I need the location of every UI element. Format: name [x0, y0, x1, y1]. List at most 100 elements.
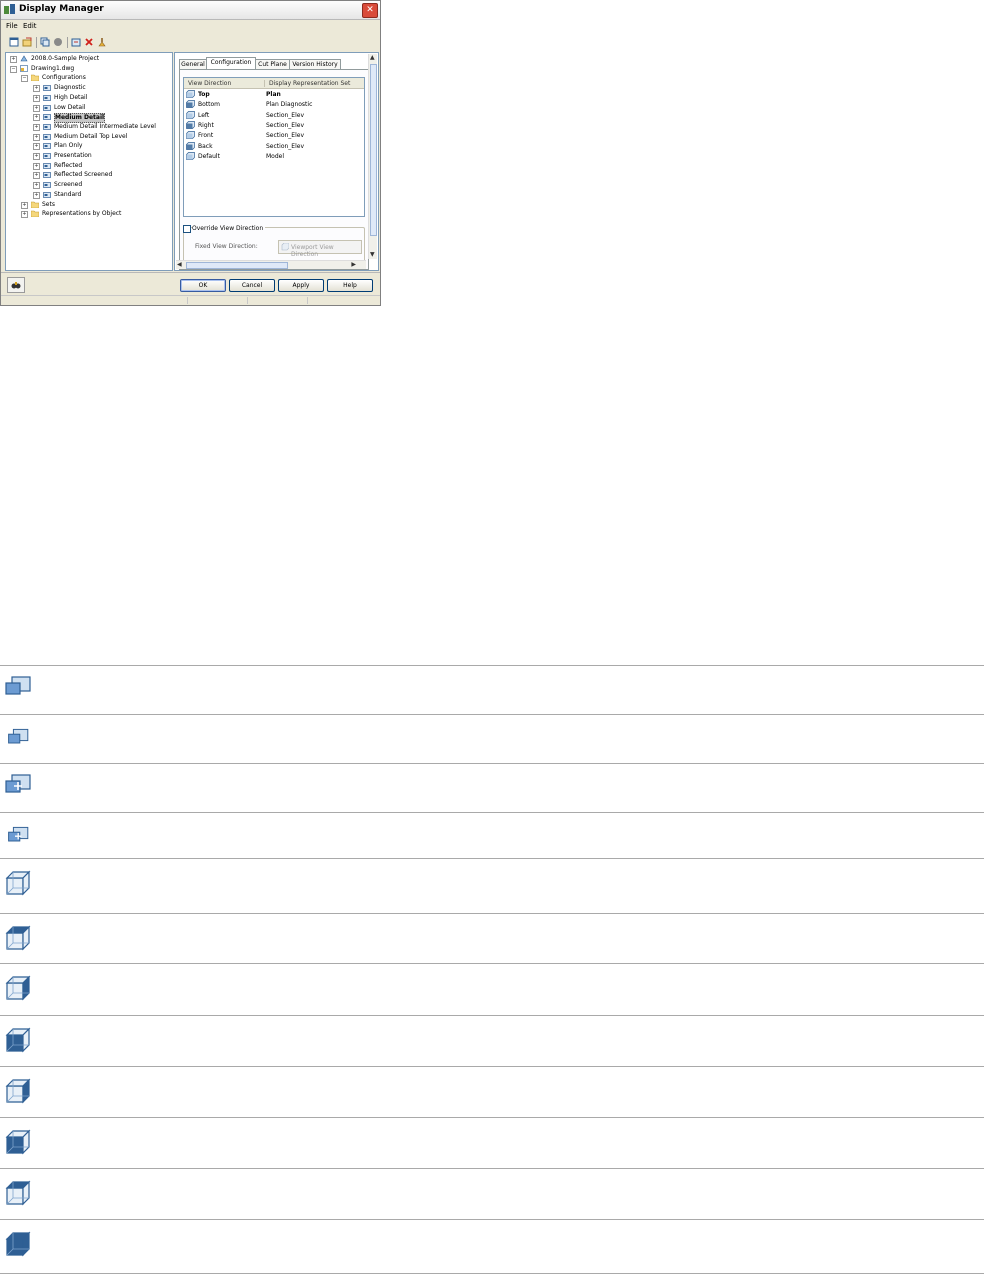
table-header: View Direction Display Representation Se…	[184, 78, 364, 89]
expand-icon[interactable]: +	[21, 201, 28, 209]
cancel-button[interactable]: Cancel	[229, 279, 275, 292]
menu-bar: File Edit	[1, 20, 380, 32]
back-view-cube-icon	[5, 1180, 31, 1206]
fixed-view-direction-dropdown[interactable]: Viewport View Direction	[278, 240, 362, 258]
expand-icon[interactable]: +	[33, 133, 40, 141]
view-direction-cell: Back	[198, 142, 213, 150]
legend-row	[0, 913, 984, 951]
collapse-icon[interactable]: −	[21, 75, 28, 83]
expand-icon[interactable]: +	[33, 143, 40, 151]
apply-button[interactable]: Apply	[278, 279, 324, 292]
new-icon[interactable]	[9, 37, 19, 47]
tree-item-label: Screened	[54, 181, 83, 189]
legend-row	[0, 763, 984, 793]
header-display-representation-set[interactable]: Display Representation Set	[264, 80, 350, 87]
display-manager-dialog: Display Manager ✕ File Edit +2008.0-Samp…	[0, 0, 381, 306]
view-direction-cell: Bottom	[198, 101, 221, 109]
expand-icon[interactable]: +	[33, 162, 40, 170]
scroll-left-icon[interactable]: ◀	[177, 261, 182, 269]
tree-item-label: Sets	[42, 200, 55, 208]
help-mode-button[interactable]	[7, 277, 25, 293]
vertical-scrollbar[interactable]: ▲ ▼	[368, 54, 377, 259]
collapse-icon[interactable]: −	[10, 65, 17, 73]
config-icon	[43, 114, 51, 121]
scroll-right-icon[interactable]: ▶	[351, 261, 356, 269]
expand-icon[interactable]: +	[33, 85, 40, 93]
display-set-cell: Section_Elev	[266, 121, 304, 129]
expand-icon[interactable]: +	[33, 191, 40, 199]
tab-cut-plane[interactable]: Cut Plane	[255, 59, 290, 69]
scroll-up-icon[interactable]: ▲	[370, 54, 375, 62]
tree-item-label: Medium Detail Top Level	[54, 132, 128, 140]
table-row[interactable]: Bottom Plan Diagnostic	[184, 99, 364, 109]
expand-icon[interactable]: +	[33, 153, 40, 160]
vertical-scroll-thumb[interactable]	[370, 64, 377, 236]
expand-icon[interactable]: +	[21, 211, 28, 219]
tree-item-label: Drawing1.dwg	[31, 64, 75, 72]
table-row[interactable]: Back Section_Elev	[184, 141, 364, 151]
config-icon	[43, 162, 51, 169]
table-row[interactable]: Right Section_Elev	[184, 120, 364, 130]
horizontal-scroll-thumb[interactable]	[186, 262, 288, 269]
configuration-tree[interactable]: +2008.0-Sample Project − Drawing1.dwg − Conf…	[5, 52, 173, 271]
tab-version-history[interactable]: Version History	[289, 59, 341, 69]
menu-file[interactable]: File	[6, 22, 18, 30]
expand-icon[interactable]: +	[33, 94, 40, 102]
table-row[interactable]: Top Plan	[184, 89, 364, 99]
tree-item-label: 2008.0-Sample Project	[31, 55, 100, 62]
model-view-cube-icon	[5, 1231, 31, 1257]
display-set-cell: Plan Diagnostic	[266, 101, 313, 109]
title-bar[interactable]: Display Manager ✕	[1, 1, 380, 20]
expand-icon[interactable]: +	[10, 56, 17, 63]
expand-icon[interactable]: +	[33, 114, 40, 122]
view-direction-cell: Default	[198, 152, 220, 160]
config-icon	[43, 94, 51, 101]
display-set-cell: Section_Elev	[266, 111, 304, 119]
tab-configuration[interactable]: Configuration	[206, 57, 256, 69]
expand-icon[interactable]: +	[33, 123, 40, 131]
delete-icon[interactable]	[84, 37, 94, 47]
legend-row	[0, 812, 984, 842]
tree-item-label: Standard	[54, 190, 82, 198]
view-direction-cell: Front	[198, 132, 214, 140]
folder-icon	[31, 201, 39, 208]
scroll-down-icon[interactable]: ▼	[370, 251, 375, 259]
ok-button[interactable]: OK	[180, 279, 226, 292]
table-row[interactable]: Left Section_Elev	[184, 110, 364, 120]
help-button[interactable]: Help	[327, 279, 373, 292]
project-icon	[20, 55, 28, 62]
config-icon	[43, 133, 51, 140]
config-icon	[43, 153, 51, 159]
view-direction-cell: Right	[198, 121, 214, 129]
toolbar-separator	[67, 37, 68, 48]
tree-item-label: Representations by Object	[42, 210, 122, 218]
header-view-direction[interactable]: View Direction	[188, 80, 231, 87]
expand-icon[interactable]: +	[33, 182, 40, 190]
expand-icon[interactable]: +	[33, 172, 40, 180]
override-view-direction-checkbox[interactable]	[183, 225, 191, 233]
close-button[interactable]: ✕	[362, 3, 378, 18]
override-view-direction-label: Override View Direction	[192, 225, 266, 232]
config-view-small-icon	[8, 728, 29, 744]
menu-edit[interactable]: Edit	[23, 22, 37, 30]
display-set-cell: Plan	[266, 91, 281, 98]
view-direction-cube-icon	[186, 100, 195, 109]
toolbar-separator	[36, 37, 37, 48]
open-icon[interactable]	[22, 37, 32, 47]
properties-panel: General Configuration Cut Plane Version …	[174, 52, 379, 271]
tree-item-label: Medium Detail	[54, 113, 106, 124]
tab-general[interactable]: General	[179, 59, 207, 69]
import-icon[interactable]	[71, 37, 81, 47]
table-row[interactable]: Default Model	[184, 151, 364, 161]
fixed-view-direction-label: Fixed View Direction:	[195, 243, 258, 250]
horizontal-scrollbar[interactable]: ◀ ▶	[176, 260, 366, 269]
purge-icon[interactable]	[53, 37, 63, 47]
config-icon	[43, 104, 51, 111]
table-row[interactable]: Front Section_Elev	[184, 130, 364, 140]
help-binoculars-icon	[11, 282, 21, 289]
status-bar	[1, 295, 380, 306]
top-view-cube-icon	[5, 925, 31, 951]
expand-icon[interactable]: +	[33, 104, 40, 112]
clean-icon[interactable]	[97, 37, 107, 47]
copy-icon[interactable]	[40, 37, 50, 47]
